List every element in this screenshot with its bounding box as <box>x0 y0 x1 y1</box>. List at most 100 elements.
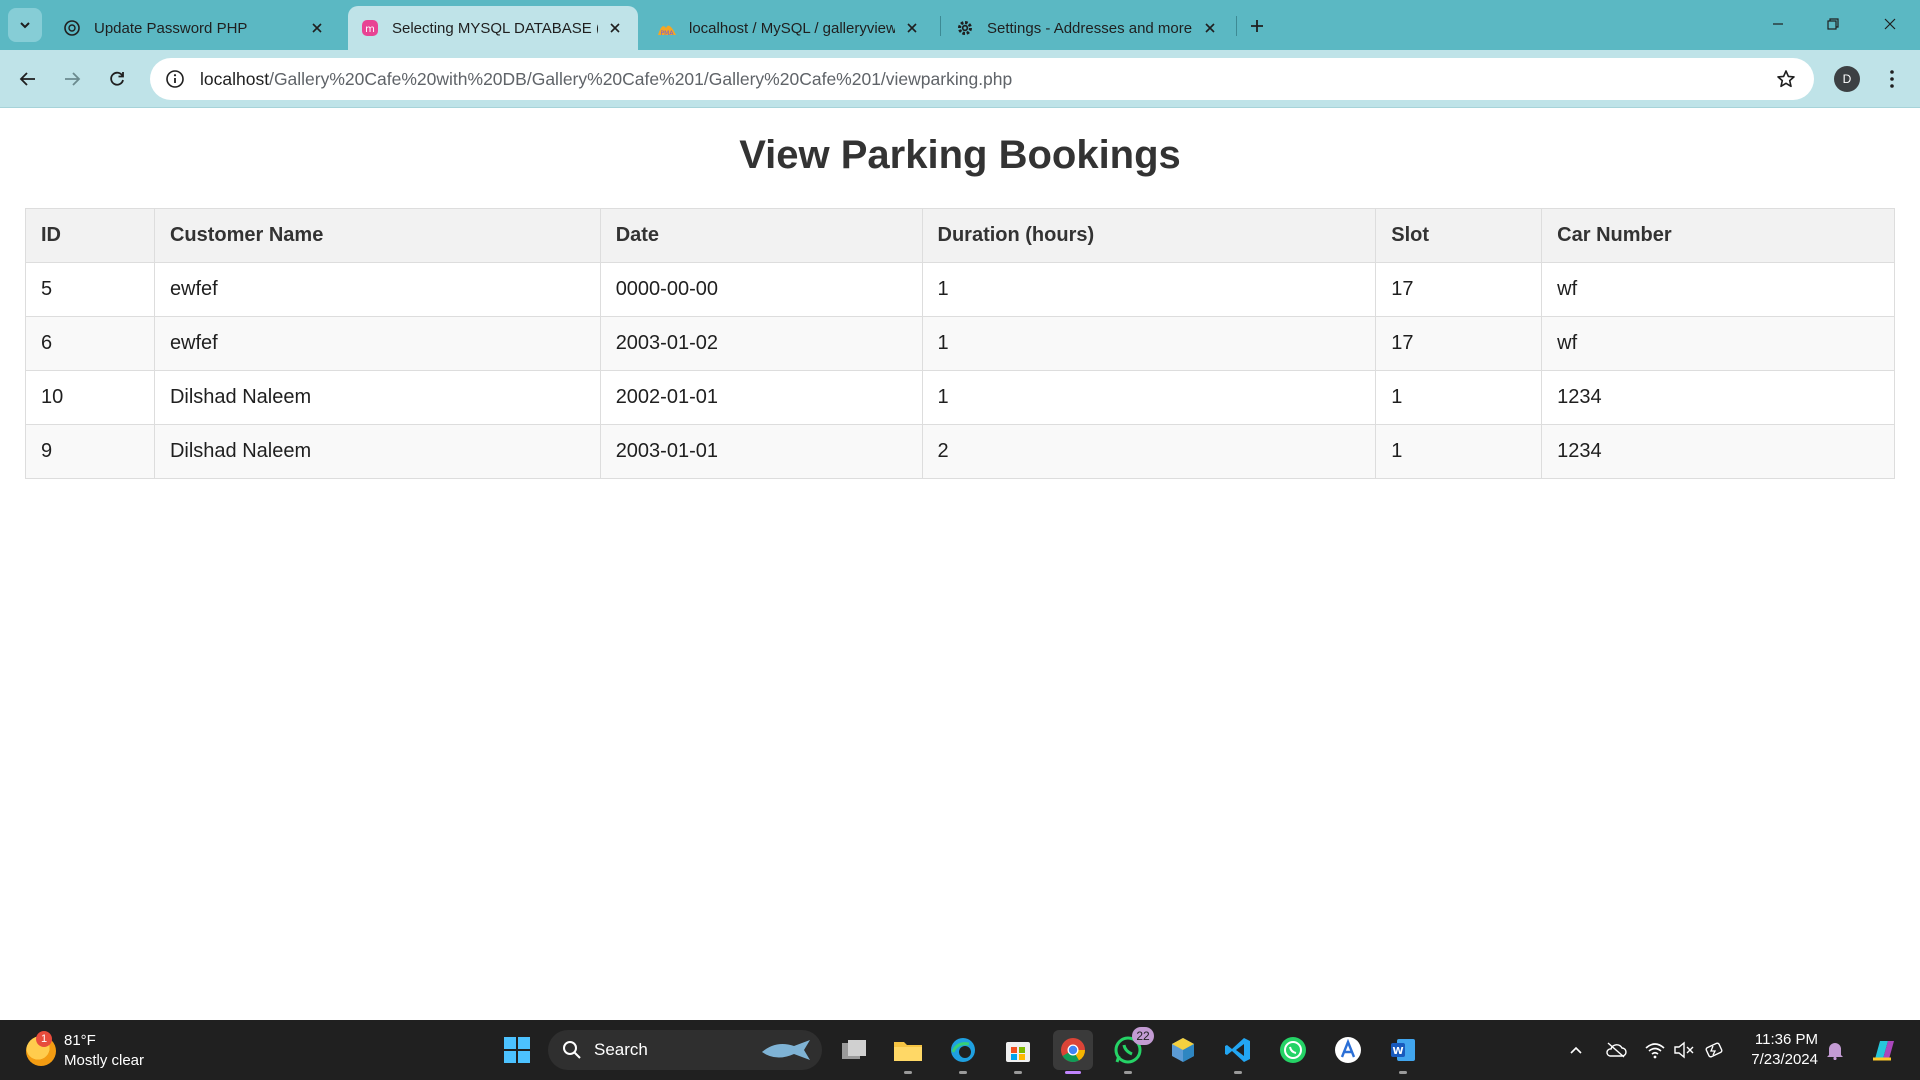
start-button[interactable] <box>497 1030 537 1070</box>
show-hidden-icons-button[interactable] <box>1564 1038 1588 1062</box>
cell-customer-name: Dilshad Naleem <box>153 370 601 425</box>
bookmark-button[interactable] <box>1774 67 1798 91</box>
task-view-button[interactable] <box>834 1030 874 1070</box>
cloud-offline-icon <box>1606 1042 1627 1058</box>
edge-button[interactable] <box>943 1030 983 1074</box>
cell-duration: 1 <box>921 262 1377 317</box>
chevron-up-icon <box>1570 1046 1582 1054</box>
vscode-button[interactable] <box>1218 1030 1258 1074</box>
tab-search-button[interactable] <box>8 8 42 42</box>
weather-condition: Mostly clear <box>64 1052 145 1069</box>
profile-avatar[interactable]: D <box>1834 66 1860 92</box>
battery-button[interactable] <box>1703 1038 1727 1062</box>
volume-button[interactable] <box>1672 1038 1696 1062</box>
wifi-icon <box>1645 1043 1665 1059</box>
cell-customer-name: ewfef <box>153 316 601 371</box>
vscode-icon <box>1225 1038 1250 1062</box>
restore-button[interactable] <box>1813 6 1853 42</box>
tab-title: Settings - Addresses and more <box>987 19 1193 37</box>
search-highlight-icon <box>762 1040 810 1060</box>
weather-temperature: 81°F <box>64 1032 96 1049</box>
cell-id: 9 <box>25 424 155 479</box>
forward-button[interactable] <box>56 63 88 95</box>
url-path: /Gallery%20Cafe%20with%20DB/Gallery%20Ca… <box>269 68 1013 89</box>
close-icon[interactable] <box>306 17 328 39</box>
whatsapp-business-button[interactable]: 22 <box>1108 1027 1154 1074</box>
assistant-app-button[interactable] <box>1328 1030 1368 1070</box>
running-indicator <box>1065 1071 1081 1074</box>
onedrive-button[interactable] <box>1604 1038 1628 1062</box>
microsoft-store-button[interactable] <box>998 1030 1038 1074</box>
more-vertical-icon <box>1890 70 1894 88</box>
cell-car-number: 1234 <box>1541 370 1895 425</box>
taskbar-search[interactable]: Search <box>548 1030 822 1070</box>
minimize-button[interactable] <box>1758 6 1798 42</box>
wifi-button[interactable] <box>1643 1038 1667 1062</box>
windows-taskbar: 1 81°F Mostly clear Search 22 W 11:36 PM… <box>0 1020 1920 1080</box>
weather-badge: 1 <box>36 1031 52 1047</box>
cell-duration: 2 <box>921 424 1377 479</box>
cell-date: 2003-01-01 <box>599 424 923 479</box>
store-icon <box>1006 1042 1030 1062</box>
reload-icon <box>110 71 124 86</box>
whatsapp-icon <box>1280 1037 1306 1063</box>
file-explorer-button[interactable] <box>888 1030 928 1074</box>
cell-id: 5 <box>25 262 155 317</box>
column-header-car-number: Car Number <box>1541 208 1895 263</box>
restore-icon <box>1827 18 1839 30</box>
browser-menu-button[interactable] <box>1880 63 1904 95</box>
star-icon <box>1777 70 1795 88</box>
reload-button[interactable] <box>101 63 133 95</box>
svg-text:PMA: PMA <box>661 30 675 36</box>
browser-toolbar: localhost/Gallery%20Cafe%20with%20DB/Gal… <box>0 50 1920 108</box>
notifications-button[interactable] <box>1823 1038 1847 1062</box>
column-header-duration: Duration (hours) <box>921 208 1377 263</box>
page-content: View Parking Bookings ID Customer Name D… <box>0 109 1920 1020</box>
table-row: 5 ewfef 0000-00-00 1 17 wf <box>25 262 1895 317</box>
new-tab-button[interactable] <box>1243 12 1271 40</box>
phpmyadmin-icon: PMA <box>657 18 677 38</box>
battery-charging-icon <box>1705 1042 1723 1058</box>
system-clock[interactable]: 11:36 PM 7/23/2024 <box>1738 1030 1818 1070</box>
whatsapp-button[interactable] <box>1273 1030 1313 1070</box>
close-icon[interactable] <box>1199 17 1221 39</box>
url-host: localhost <box>200 68 270 89</box>
address-bar[interactable]: localhost/Gallery%20Cafe%20with%20DB/Gal… <box>150 58 1814 100</box>
tab-settings[interactable]: Settings - Addresses and more <box>943 6 1233 50</box>
table-header-row: ID Customer Name Date Duration (hours) S… <box>25 208 1895 263</box>
task-view-icon <box>842 1040 866 1059</box>
svg-text:W: W <box>1392 1046 1403 1057</box>
tab-strip: Update Password PHP m Selecting MYSQL DA… <box>0 0 1920 50</box>
url-text: localhost/Gallery%20Cafe%20with%20DB/Gal… <box>200 69 1012 90</box>
tab-phpmyadmin[interactable]: PMA localhost / MySQL / galleryview <box>645 6 935 50</box>
notification-badge: 22 <box>1132 1027 1154 1045</box>
clock-time: 11:36 PM <box>1754 1031 1818 1048</box>
chrome-button[interactable] <box>1053 1030 1093 1074</box>
bell-icon <box>1827 1043 1843 1060</box>
cell-slot: 1 <box>1375 424 1543 479</box>
plus-icon <box>1251 20 1263 32</box>
cell-slot: 1 <box>1375 370 1543 425</box>
weather-widget[interactable]: 1 81°F Mostly clear <box>22 1028 182 1072</box>
close-icon[interactable] <box>901 17 923 39</box>
chevron-down-icon <box>20 22 30 29</box>
cell-date: 0000-00-00 <box>599 262 923 317</box>
back-button[interactable] <box>12 63 44 95</box>
cell-date: 2002-01-01 <box>599 370 923 425</box>
folder-icon <box>894 1042 922 1061</box>
running-indicator <box>1014 1071 1022 1074</box>
word-button[interactable]: W <box>1383 1030 1423 1074</box>
site-info-button[interactable] <box>154 58 196 100</box>
tab-update-password[interactable]: Update Password PHP <box>50 6 340 50</box>
cell-slot: 17 <box>1375 316 1543 371</box>
copilot-button[interactable] <box>1868 1034 1900 1066</box>
close-icon[interactable] <box>604 17 626 39</box>
tab-separator <box>940 16 941 36</box>
tab-selecting-mysql-database[interactable]: m Selecting MYSQL DATABASE (G <box>348 6 638 50</box>
cell-duration: 1 <box>921 316 1377 371</box>
cell-car-number: wf <box>1541 262 1895 317</box>
running-indicator <box>959 1071 967 1074</box>
cell-car-number: 1234 <box>1541 424 1895 479</box>
cube-app-button[interactable] <box>1163 1030 1203 1070</box>
window-close-button[interactable] <box>1870 6 1910 42</box>
